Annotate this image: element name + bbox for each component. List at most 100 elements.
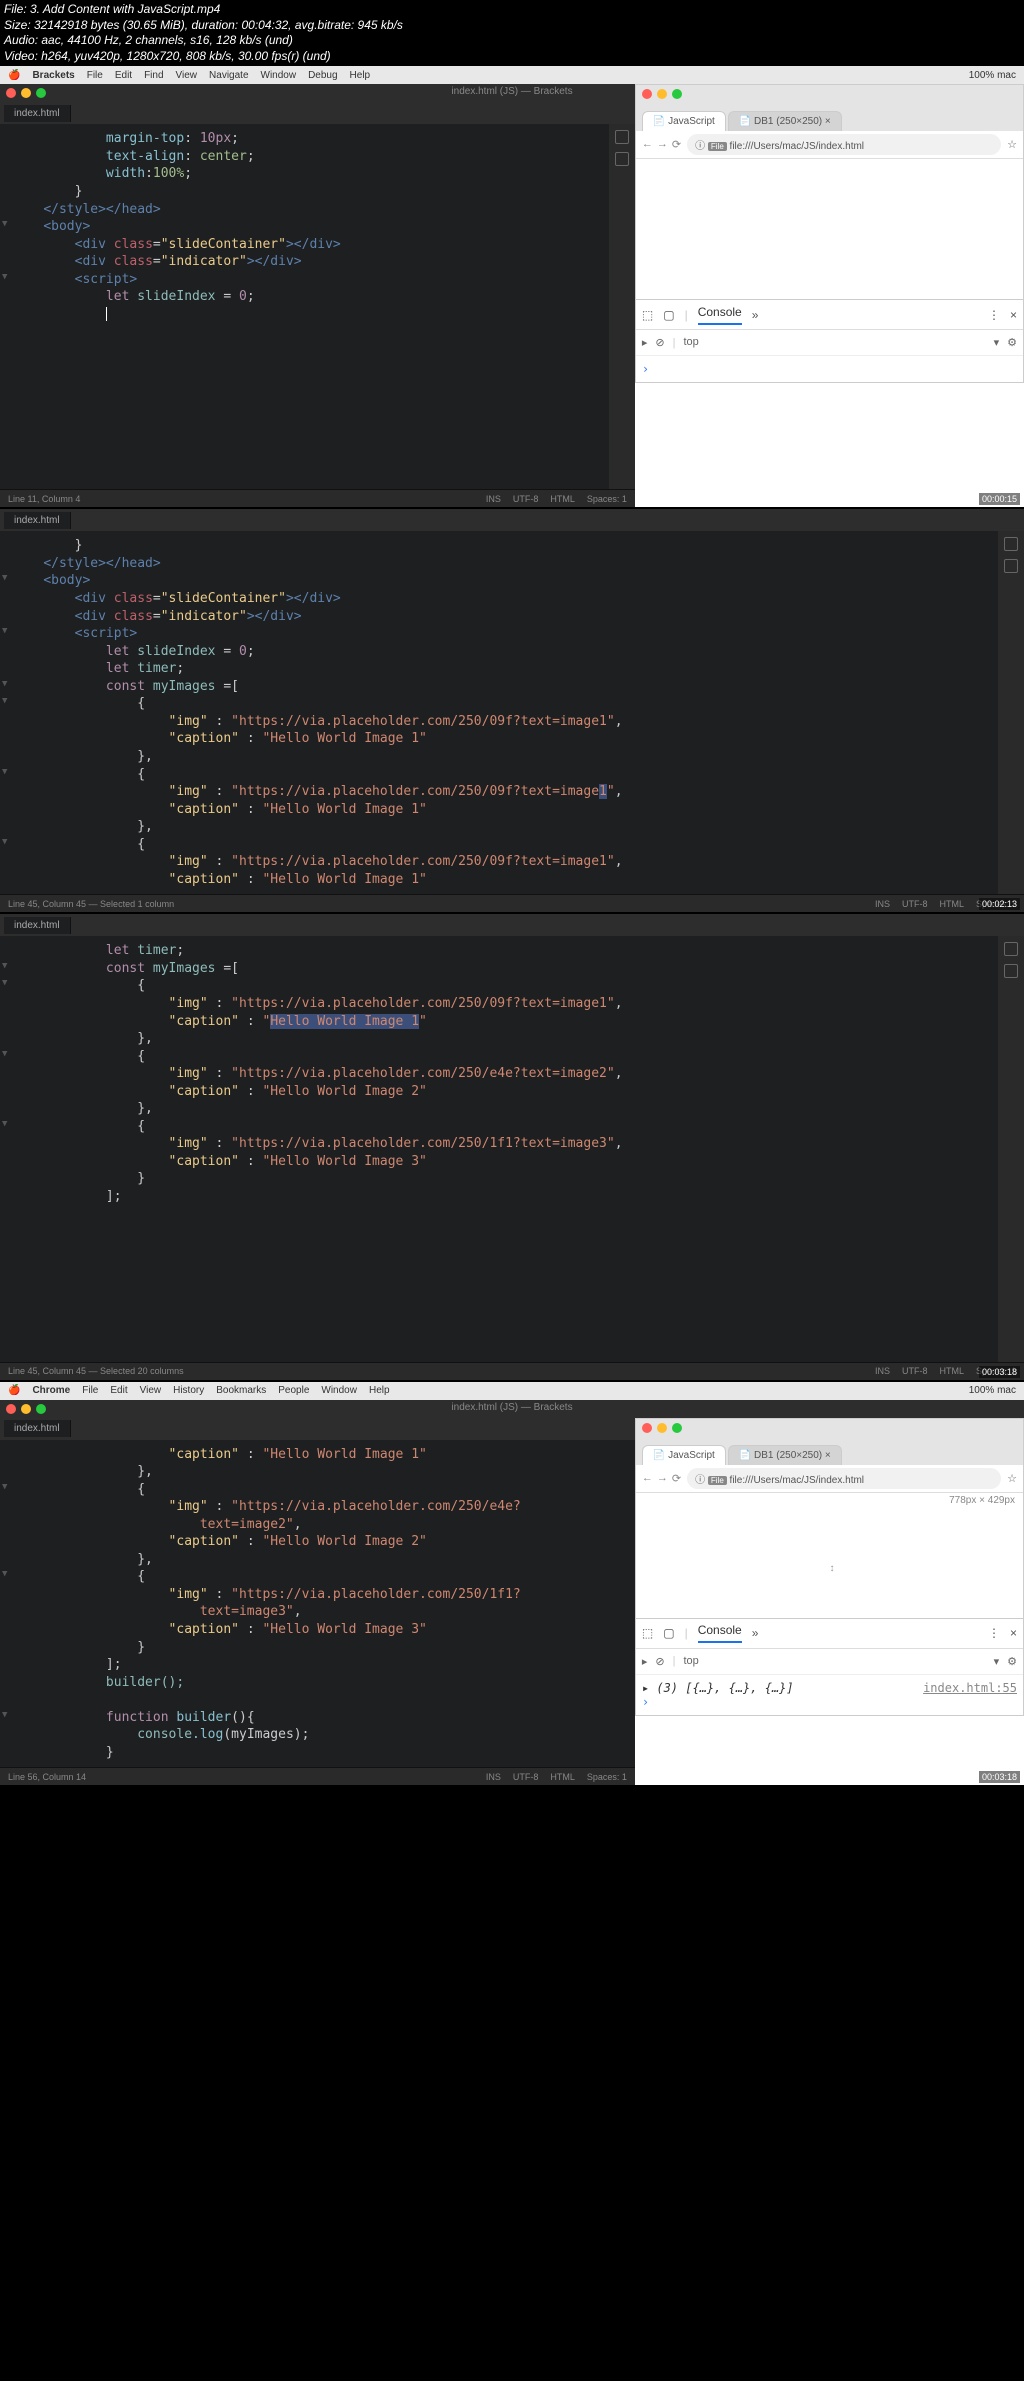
- maximize-icon[interactable]: [36, 88, 46, 98]
- browser-tab-js[interactable]: 📄 JavaScript: [642, 111, 726, 131]
- maximize-icon[interactable]: [672, 1423, 682, 1433]
- kebab-icon[interactable]: ⋮: [988, 308, 1000, 322]
- maximize-icon[interactable]: [36, 1404, 46, 1414]
- menu-find[interactable]: Find: [144, 70, 163, 81]
- page-content: [636, 159, 1023, 299]
- file-audio: Audio: aac, 44100 Hz, 2 channels, s16, 1…: [4, 33, 1020, 49]
- tab-index[interactable]: index.html: [4, 917, 71, 934]
- context-select[interactable]: top ▾: [683, 1655, 999, 1668]
- tab-console[interactable]: Console: [698, 305, 742, 325]
- play-icon[interactable]: ▸: [642, 1655, 648, 1668]
- clear-icon[interactable]: ⊘: [655, 1655, 664, 1668]
- settings-icon[interactable]: ⚙: [1007, 1655, 1017, 1668]
- code-editor[interactable]: } </style></head> ▼ <body> <div class="s…: [0, 531, 998, 894]
- more-tabs-icon[interactable]: »: [752, 1626, 759, 1640]
- frame-timestamp: 00:00:15: [979, 493, 1020, 505]
- close-icon[interactable]: [6, 1404, 16, 1414]
- inspect-icon[interactable]: ⬚: [642, 1626, 653, 1640]
- live-preview-icon[interactable]: [1004, 537, 1018, 551]
- frame-2: index.html } </style></head> ▼ <body> <d…: [0, 509, 1024, 912]
- brackets-sidebar: [998, 531, 1024, 894]
- tab-index[interactable]: index.html: [4, 105, 71, 122]
- app-name: Chrome: [32, 1385, 70, 1396]
- close-icon[interactable]: [6, 88, 16, 98]
- reload-icon[interactable]: ⟳: [672, 138, 681, 151]
- browser-tabs: 📄 JavaScript 📄 DB1 (250×250) ×: [636, 103, 1023, 131]
- close-icon[interactable]: [642, 1423, 652, 1433]
- extensions-icon[interactable]: [615, 152, 629, 166]
- frame-timestamp: 00:03:18: [979, 1366, 1020, 1378]
- frame-1: 🍎 Brackets File Edit Find View Navigate …: [0, 66, 1024, 507]
- minimize-icon[interactable]: [657, 89, 667, 99]
- editor-tabs: index.html: [0, 914, 1024, 936]
- menu-window[interactable]: Window: [261, 70, 297, 81]
- menu-help[interactable]: Help: [350, 70, 371, 81]
- back-icon[interactable]: ←: [642, 138, 653, 151]
- console-output[interactable]: index.html:55 ▸ (3) [{…}, {…}, {…}] ›: [636, 1675, 1023, 1715]
- close-icon[interactable]: ×: [1010, 308, 1017, 322]
- back-icon[interactable]: ←: [642, 1472, 653, 1485]
- browser-toolbar: ← → ⟳ ⓘ File file:///Users/mac/JS/index.…: [636, 131, 1023, 159]
- live-preview-icon[interactable]: [615, 130, 629, 144]
- console-log-output[interactable]: (3) [{…}, {…}, {…}]: [656, 1681, 793, 1695]
- code-editor[interactable]: "caption" : "Hello World Image 1" }, ▼ {…: [0, 1440, 635, 1768]
- source-link[interactable]: index.html:55: [923, 1681, 1017, 1695]
- devtools: ⬚ ▢ | Console » ⋮ × ▸ ⊘ | top ▾ ⚙: [636, 299, 1023, 382]
- menu-file[interactable]: File: [87, 70, 103, 81]
- extensions-icon[interactable]: [1004, 559, 1018, 573]
- status-bar: Line 11, Column 4 INS UTF-8 HTML Spaces:…: [0, 489, 635, 507]
- mac-menubar: 🍎 Chrome File Edit View History Bookmark…: [0, 1382, 1024, 1400]
- app-name: Brackets: [32, 70, 74, 81]
- status-bar: Line 45, Column 45 — Selected 1 column I…: [0, 894, 1024, 912]
- code-editor[interactable]: let timer; ▼ const myImages =[ ▼ { "img"…: [0, 936, 998, 1361]
- browser-tab-db[interactable]: 📄 DB1 (250×250) ×: [728, 1445, 842, 1465]
- browser-tab-db[interactable]: 📄 DB1 (250×250) ×: [728, 111, 842, 131]
- play-icon[interactable]: ▸: [642, 336, 648, 349]
- reload-icon[interactable]: ⟳: [672, 1472, 681, 1485]
- console-output[interactable]: ›: [636, 356, 1023, 382]
- devtools: ⬚ ▢ | Console » ⋮ × ▸ ⊘ | top ▾ ⚙: [636, 1618, 1023, 1715]
- frame-4: 🍎 Chrome File Edit View History Bookmark…: [0, 1382, 1024, 1786]
- close-icon[interactable]: ×: [1010, 1626, 1017, 1640]
- menu-edit[interactable]: Edit: [115, 70, 132, 81]
- live-preview-icon[interactable]: [1004, 942, 1018, 956]
- address-bar[interactable]: ⓘ File file:///Users/mac/JS/index.html: [687, 1468, 1001, 1489]
- file-name: File: 3. Add Content with JavaScript.mp4: [4, 2, 1020, 18]
- browser-tab-js[interactable]: 📄 JavaScript: [642, 1445, 726, 1465]
- star-icon[interactable]: ☆: [1007, 1472, 1017, 1485]
- minimize-icon[interactable]: [21, 1404, 31, 1414]
- window-controls[interactable]: [0, 1400, 52, 1418]
- minimize-icon[interactable]: [657, 1423, 667, 1433]
- cursor-position: Line 45, Column 45 — Selected 1 column: [8, 899, 174, 909]
- forward-icon[interactable]: →: [657, 1472, 668, 1485]
- menu-navigate[interactable]: Navigate: [209, 70, 248, 81]
- forward-icon[interactable]: →: [657, 138, 668, 151]
- context-select[interactable]: top ▾: [683, 336, 999, 349]
- editor-tabs: index.html: [0, 1418, 635, 1440]
- device-icon[interactable]: ▢: [663, 308, 674, 322]
- viewport-dimensions: 778px × 429px: [636, 1493, 1023, 1508]
- status-bar: Line 45, Column 45 — Selected 20 columns…: [0, 1362, 1024, 1380]
- star-icon[interactable]: ☆: [1007, 138, 1017, 151]
- tab-index[interactable]: index.html: [4, 512, 71, 529]
- tab-console[interactable]: Console: [698, 1623, 742, 1643]
- more-tabs-icon[interactable]: »: [752, 308, 759, 322]
- code-editor[interactable]: margin-top: 10px; text-align: center; wi…: [0, 124, 609, 489]
- inspect-icon[interactable]: ⬚: [642, 308, 653, 322]
- extensions-icon[interactable]: [1004, 964, 1018, 978]
- maximize-icon[interactable]: [672, 89, 682, 99]
- close-icon[interactable]: [642, 89, 652, 99]
- frame-timestamp: 00:02:13: [979, 898, 1020, 910]
- tab-index[interactable]: index.html: [4, 1420, 71, 1437]
- menu-view[interactable]: View: [176, 70, 198, 81]
- cursor-position: Line 45, Column 45 — Selected 20 columns: [8, 1366, 184, 1376]
- menu-debug[interactable]: Debug: [308, 70, 337, 81]
- kebab-icon[interactable]: ⋮: [988, 1626, 1000, 1640]
- window-controls[interactable]: [0, 84, 52, 102]
- device-icon[interactable]: ▢: [663, 1626, 674, 1640]
- minimize-icon[interactable]: [21, 88, 31, 98]
- address-bar[interactable]: ⓘ File file:///Users/mac/JS/index.html: [687, 134, 1001, 155]
- frame-timestamp: 00:03:18: [979, 1771, 1020, 1783]
- settings-icon[interactable]: ⚙: [1007, 336, 1017, 349]
- clear-icon[interactable]: ⊘: [655, 336, 664, 349]
